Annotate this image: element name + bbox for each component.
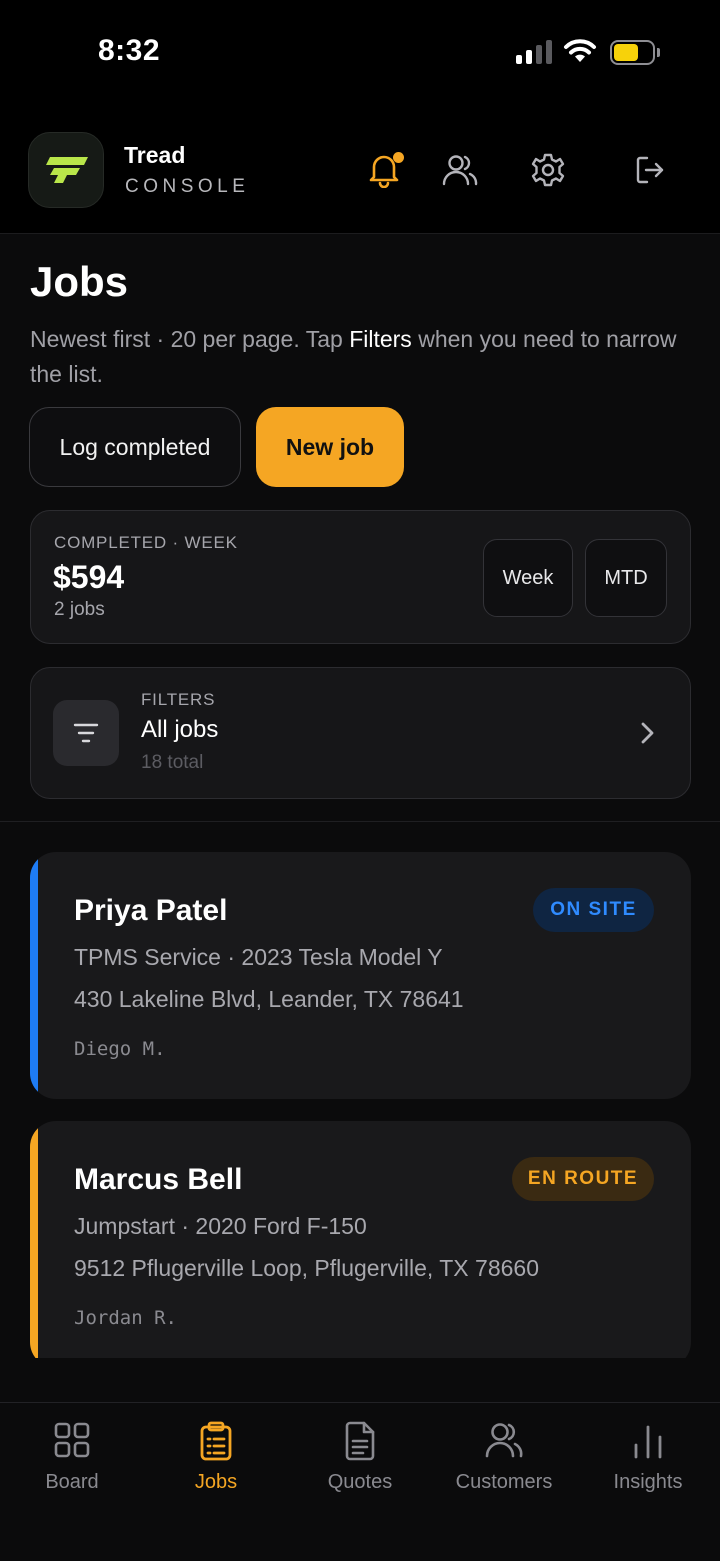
stat-job-count: 2 jobs: [54, 599, 105, 620]
document-icon: [288, 1421, 432, 1463]
status-time: 8:32: [98, 34, 161, 67]
team-icon[interactable]: [440, 150, 480, 190]
period-mtd-button[interactable]: MTD: [585, 539, 667, 617]
app-header: Tread CONSOLE: [0, 100, 720, 234]
status-badge: ON SITE: [533, 888, 654, 932]
filters-label: FILTERS: [141, 690, 216, 709]
job-card[interactable]: Marcus Bell EN ROUTE Jumpstart · 2020 Fo…: [30, 1121, 691, 1358]
tab-customers[interactable]: Customers: [432, 1421, 576, 1511]
chevron-right-icon: [641, 722, 654, 744]
job-address: 430 Lakeline Blvd, Leander, TX 78641: [74, 986, 464, 1012]
completed-stats-card: COMPLETED · WEEK $594 2 jobs Week MTD: [30, 510, 691, 644]
bar-chart-icon: [576, 1421, 720, 1463]
status-badge: EN ROUTE: [512, 1157, 654, 1201]
tab-label: Insights: [613, 1471, 683, 1493]
stat-label: COMPLETED · WEEK: [54, 533, 238, 552]
board-icon: [0, 1421, 144, 1463]
job-service: TPMS Service · 2023 Tesla Model Y: [74, 944, 443, 970]
job-customer-name: Priya Patel: [74, 894, 228, 927]
cellular-signal-icon: [516, 40, 554, 64]
filter-icon: [53, 700, 119, 766]
new-job-button[interactable]: New job: [256, 407, 404, 487]
gear-icon[interactable]: [528, 150, 568, 190]
battery-icon: [610, 40, 660, 65]
tread-logo: [28, 132, 104, 208]
tab-label: Board: [45, 1471, 99, 1493]
job-list[interactable]: Priya Patel ON SITE TPMS Service · 2023 …: [0, 822, 720, 1358]
tab-label: Customers: [455, 1471, 553, 1493]
subtitle-text: Newest first · 20 per page. Tap: [30, 326, 350, 352]
tab-board[interactable]: Board: [0, 1421, 144, 1511]
status-bar: 8:32: [0, 0, 720, 100]
page-title: Jobs: [30, 258, 129, 305]
page-subtitle: Newest first · 20 per page. Tap Filters …: [30, 322, 690, 392]
job-technician: Jordan R.: [74, 1307, 177, 1329]
job-customer-name: Marcus Bell: [74, 1163, 243, 1196]
tab-label: Quotes: [327, 1471, 393, 1493]
log-completed-button[interactable]: Log completed: [29, 407, 241, 487]
job-status-accent: [30, 852, 38, 1099]
job-address: 9512 Pflugerville Loop, Pflugerville, TX…: [74, 1255, 539, 1281]
notification-dot: [393, 152, 404, 163]
tab-label: Jobs: [194, 1471, 238, 1493]
period-week-button[interactable]: Week: [483, 539, 573, 617]
logout-icon[interactable]: [630, 150, 670, 190]
customers-icon: [432, 1421, 576, 1463]
filters-link-text: Filters: [349, 326, 412, 352]
brand-name: Tread: [124, 142, 186, 168]
brand-subtitle: CONSOLE: [125, 176, 250, 197]
clipboard-icon: [144, 1421, 288, 1463]
tab-jobs[interactable]: Jobs: [144, 1421, 288, 1511]
job-technician: Diego M.: [74, 1038, 166, 1060]
stat-value: $594: [53, 559, 125, 595]
tab-insights[interactable]: Insights: [576, 1421, 720, 1511]
filters-total: 18 total: [141, 752, 204, 773]
tab-quotes[interactable]: Quotes: [288, 1421, 432, 1511]
filters-card[interactable]: FILTERS All jobs 18 total: [30, 667, 691, 799]
bottom-tab-bar: Board Jobs Quotes Customers Insights: [0, 1402, 720, 1561]
job-service: Jumpstart · 2020 Ford F-150: [74, 1213, 367, 1239]
filters-value: All jobs: [141, 716, 219, 743]
job-status-accent: [30, 1121, 38, 1358]
wifi-icon: [564, 39, 596, 62]
job-card[interactable]: Priya Patel ON SITE TPMS Service · 2023 …: [30, 852, 691, 1099]
